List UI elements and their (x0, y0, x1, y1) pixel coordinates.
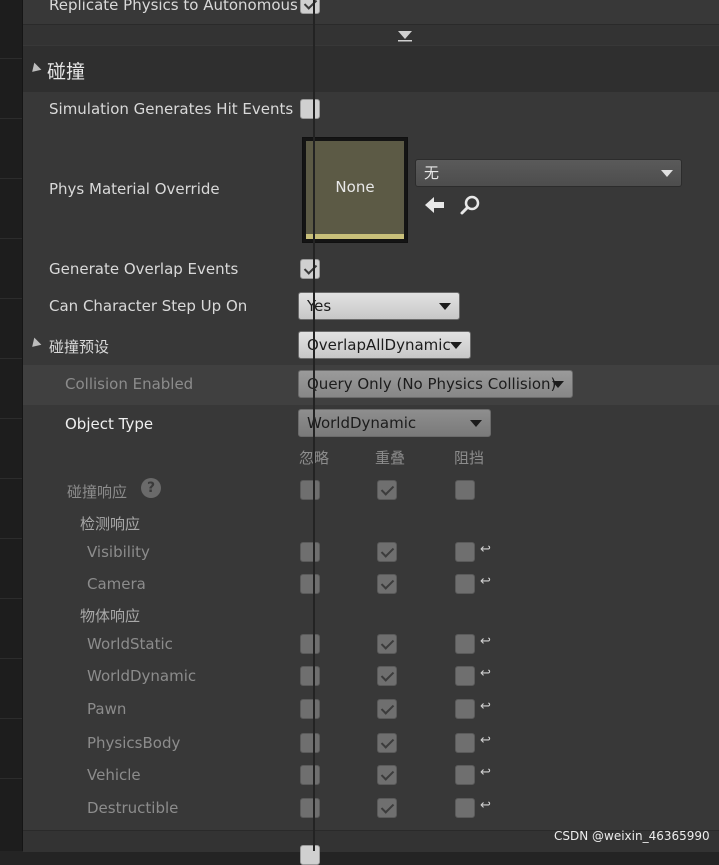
all-overlap-checkbox[interactable] (377, 480, 397, 500)
object-type-dropdown[interactable]: WorldDynamic (298, 409, 491, 437)
step-up-label: Can Character Step Up On (49, 297, 248, 315)
section-title: 碰撞 (47, 61, 86, 83)
reset-arrow-icon[interactable]: ↩ (480, 700, 491, 714)
replicate-physics-checkbox[interactable] (300, 0, 320, 14)
chevron-down-icon (470, 420, 482, 427)
sim-hit-events-checkbox[interactable] (300, 99, 320, 119)
worldstatic-block-checkbox[interactable] (455, 634, 475, 654)
material-thumbnail[interactable]: None (302, 137, 408, 243)
worldstatic-overlap-checkbox[interactable] (377, 634, 397, 654)
browse-search-icon[interactable] (459, 194, 483, 216)
collision-section-header[interactable]: 碰撞 (23, 46, 719, 92)
reset-arrow-icon[interactable]: ↩ (480, 543, 491, 557)
expand-arrow-icon (398, 31, 412, 42)
pawn-ignore-checkbox[interactable] (300, 699, 320, 719)
advanced-expander[interactable] (23, 24, 719, 45)
object-responses-label: 物体响应 (80, 607, 141, 625)
reset-arrow-icon[interactable]: ↩ (480, 667, 491, 681)
object-item-label: Pawn (87, 700, 127, 718)
worldstatic-ignore-checkbox[interactable] (300, 634, 320, 654)
vehicle-block-checkbox[interactable] (455, 765, 475, 785)
generate-overlap-label: Generate Overlap Events (49, 260, 239, 278)
collision-responses-label: 碰撞响应 (67, 483, 128, 501)
destructible-ignore-checkbox[interactable] (300, 798, 320, 818)
collision-enabled-value: Query Only (No Physics Collision) (307, 375, 557, 393)
step-up-dropdown[interactable]: Yes (298, 292, 460, 320)
worlddynamic-block-checkbox[interactable] (455, 666, 475, 686)
reset-arrow-icon[interactable]: ↩ (480, 799, 491, 813)
object-item-label: PhysicsBody (87, 734, 181, 752)
trace-responses-label: 检测响应 (80, 515, 141, 533)
use-selected-arrow-icon[interactable] (424, 195, 446, 215)
object-item-label: WorldDynamic (87, 667, 197, 685)
presets-collapse-triangle-icon[interactable] (28, 337, 42, 351)
reset-arrow-icon[interactable]: ↩ (480, 635, 491, 649)
trace-item-label: Visibility (87, 543, 150, 561)
vehicle-ignore-checkbox[interactable] (300, 765, 320, 785)
replicate-physics-row: Replicate Physics to Autonomous (23, 0, 719, 20)
all-block-checkbox[interactable] (455, 480, 475, 500)
object-item-label: Destructible (87, 799, 179, 817)
physicsbody-overlap-checkbox[interactable] (377, 733, 397, 753)
camera-ignore-checkbox[interactable] (300, 574, 320, 594)
collision-enabled-dropdown[interactable]: Query Only (No Physics Collision) (298, 370, 573, 398)
collision-enabled-label: Collision Enabled (65, 375, 194, 393)
camera-block-checkbox[interactable] (455, 574, 475, 594)
pawn-block-checkbox[interactable] (455, 699, 475, 719)
generate-overlap-checkbox[interactable] (300, 259, 320, 279)
material-asset-dropdown[interactable]: 无 (415, 159, 682, 187)
column-divider (313, 0, 315, 851)
object-item-label: WorldStatic (87, 635, 173, 653)
material-asset-value: 无 (424, 164, 440, 182)
vehicle-overlap-checkbox[interactable] (377, 765, 397, 785)
worlddynamic-ignore-checkbox[interactable] (300, 666, 320, 686)
trace-item-label: Camera (87, 575, 146, 593)
outer-panel-edge (0, 0, 23, 851)
object-item-label: Vehicle (87, 766, 141, 784)
column-overlap: 重叠 (375, 449, 406, 467)
collision-presets-value: OverlapAllDynamic (307, 336, 451, 354)
thumbnail-none-text: None (335, 178, 375, 196)
camera-overlap-checkbox[interactable] (377, 574, 397, 594)
object-type-label: Object Type (65, 415, 154, 433)
destructible-overlap-checkbox[interactable] (377, 798, 397, 818)
reset-arrow-icon[interactable]: ↩ (480, 766, 491, 780)
help-icon-glyph: ? (146, 480, 156, 496)
all-ignore-checkbox[interactable] (300, 480, 320, 500)
phys-material-label: Phys Material Override (49, 180, 220, 198)
visibility-overlap-checkbox[interactable] (377, 542, 397, 562)
reset-arrow-icon[interactable]: ↩ (480, 575, 491, 589)
chevron-down-icon (552, 381, 564, 388)
reset-arrow-icon[interactable]: ↩ (480, 734, 491, 748)
step-up-value: Yes (307, 297, 332, 315)
sim-hit-events-label: Simulation Generates Hit Events (49, 100, 294, 118)
chevron-down-icon (661, 170, 673, 177)
physicsbody-block-checkbox[interactable] (455, 733, 475, 753)
physicsbody-ignore-checkbox[interactable] (300, 733, 320, 753)
help-icon[interactable]: ? (141, 478, 161, 498)
chevron-down-icon (439, 303, 451, 310)
column-block: 阻挡 (454, 449, 485, 467)
partial-checkbox[interactable] (300, 845, 320, 865)
worlddynamic-overlap-checkbox[interactable] (377, 666, 397, 686)
pawn-overlap-checkbox[interactable] (377, 699, 397, 719)
object-type-value: WorldDynamic (307, 414, 417, 432)
details-panel: Replicate Physics to Autonomous 碰撞 Simul… (23, 0, 719, 865)
watermark: CSDN @weixin_46365990 (554, 829, 710, 843)
chevron-down-icon (450, 342, 462, 349)
destructible-block-checkbox[interactable] (455, 798, 475, 818)
visibility-block-checkbox[interactable] (455, 542, 475, 562)
collision-presets-dropdown[interactable]: OverlapAllDynamic (298, 331, 471, 359)
replicate-physics-label: Replicate Physics to Autonomous (49, 0, 298, 14)
collision-presets-label: 碰撞预设 (49, 338, 110, 356)
collision-enabled-row: Collision Enabled Query Only (No Physics… (23, 365, 719, 405)
collapse-triangle-icon (28, 62, 42, 76)
visibility-ignore-checkbox[interactable] (300, 542, 320, 562)
